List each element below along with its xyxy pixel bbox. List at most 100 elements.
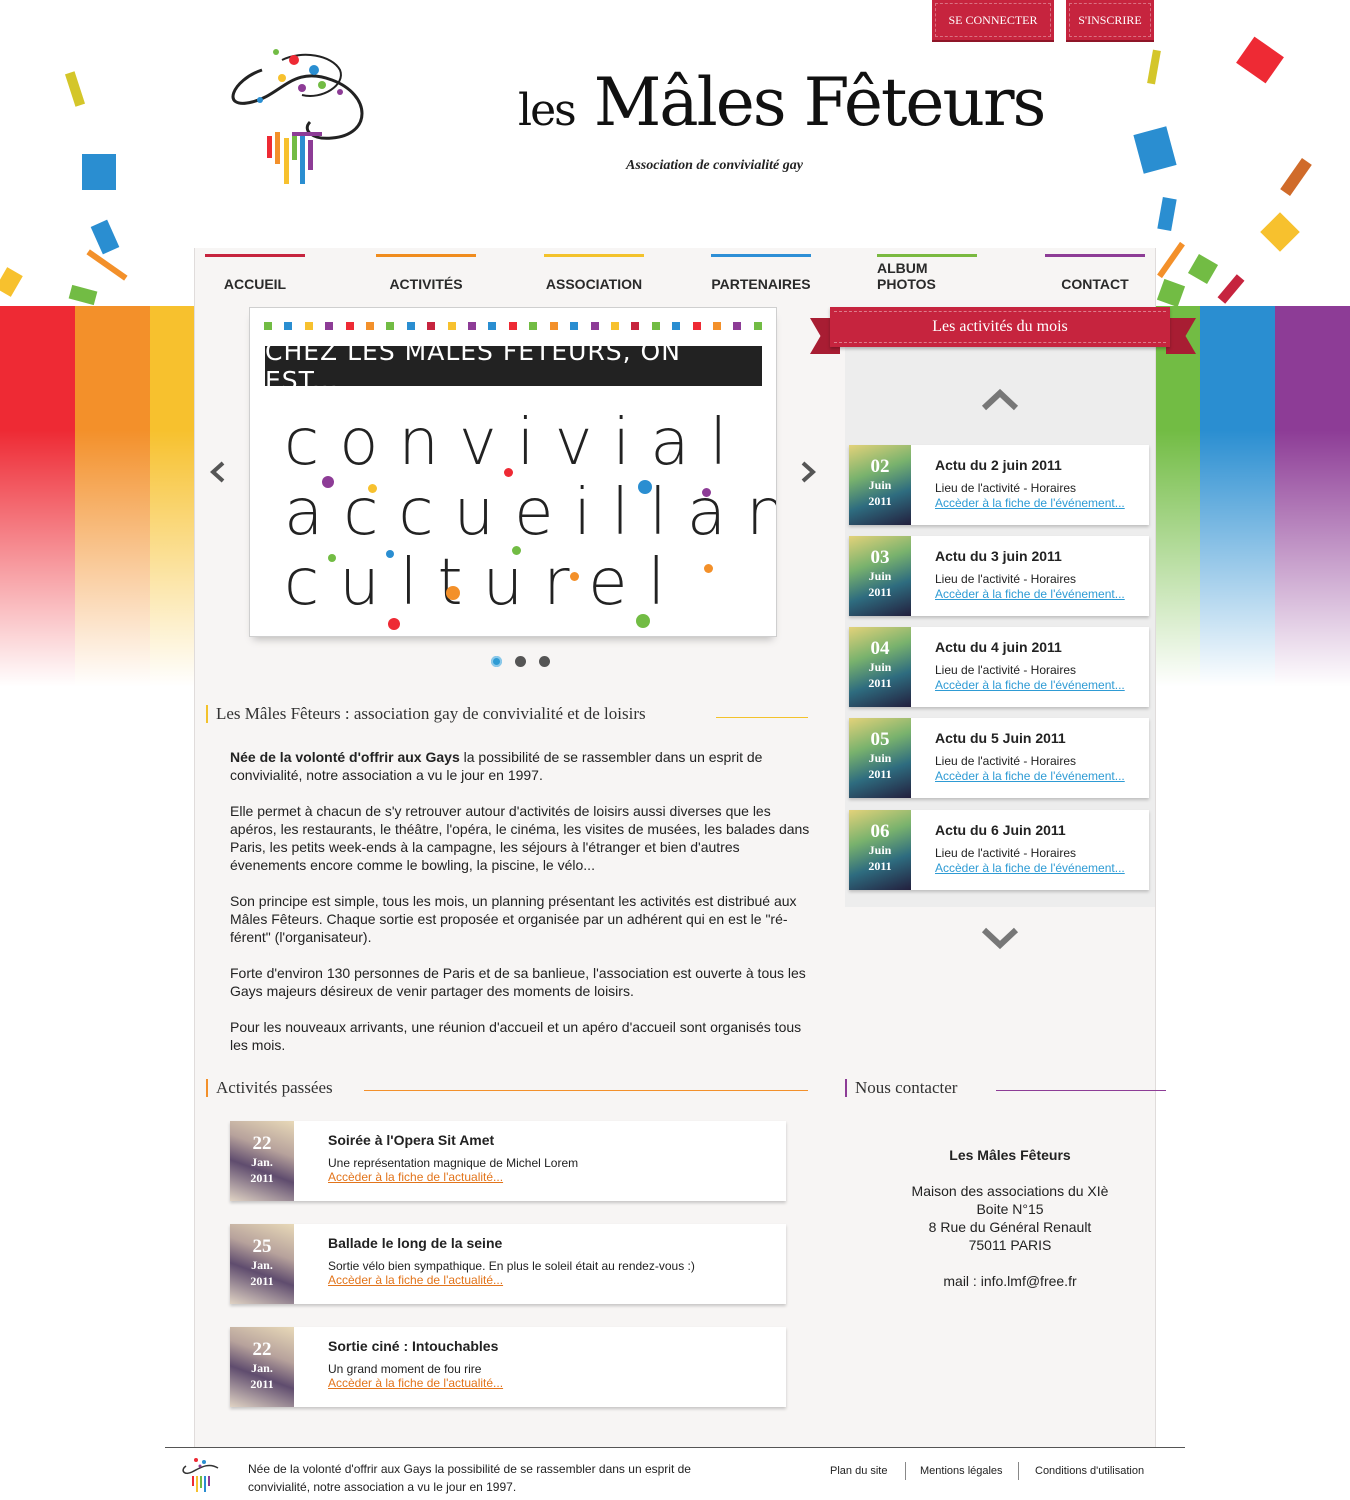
past-activity-subtitle: Sortie vélo bien sympathique. En plus le… [328, 1259, 695, 1273]
nav-album-photos[interactable]: ALBUM PHOTOS [877, 254, 977, 294]
event-title: Actu du 4 juin 2011 [935, 639, 1062, 655]
nav-activites[interactable]: ACTIVITÉS [376, 254, 476, 294]
confetti [1280, 157, 1312, 197]
slide-word-1: convivial [284, 406, 748, 480]
slide-dot [651, 322, 660, 330]
slide-dot [712, 322, 721, 330]
month-activities-title: Les activités du mois [830, 307, 1170, 347]
confetti [0, 267, 23, 297]
past-activity-link[interactable]: Accèder à la fiche de l'actualité... [328, 1376, 503, 1390]
confetti [1156, 278, 1186, 308]
footer-link-mentions-legales[interactable]: Mentions légales [920, 1465, 1003, 1477]
decor-dot [446, 586, 460, 600]
slide-dot [570, 322, 579, 330]
slide-dot [325, 322, 334, 330]
footer-text: Née de la volonté d'offrir aux Gays la p… [248, 1462, 691, 1494]
hero-slide[interactable]: CHEZ LES MÂLES FÊTEURS, ON EST... conviv… [249, 307, 777, 637]
footer-link-conditions[interactable]: Conditions d'utilisation [1035, 1465, 1144, 1477]
brand-name: les Mâles Fêteurs [518, 64, 1046, 141]
scroll-down-icon[interactable] [980, 926, 1020, 952]
nav-contact[interactable]: CONTACT [1045, 254, 1145, 294]
intro-title-line [716, 717, 808, 718]
signup-button[interactable]: S'INSCRIRE [1066, 0, 1154, 42]
past-activity-card[interactable]: 22 Jan. 2011 Soirée à l'Opera Sit Amet Une… [230, 1121, 786, 1201]
intro-paragraph-2: Elle permet à chacun de s'y retrouver au… [230, 803, 810, 873]
event-subtitle: Lieu de l'activité - Horaires [935, 663, 1077, 677]
decor-dot [704, 564, 713, 573]
confetti [1157, 197, 1177, 231]
slide-pager-2[interactable] [515, 656, 526, 667]
slide-dot [488, 322, 497, 330]
slide-dot [733, 322, 742, 330]
event-card[interactable]: 02 Juin 2011 Actu du 2 juin 2011 Lieu de l… [849, 445, 1149, 525]
event-card[interactable]: 06 Juin 2011 Actu du 6 Juin 2011 Lieu de l… [849, 810, 1149, 890]
intro-text: Née de la volonté d'offrir aux Gays la p… [230, 748, 810, 1072]
login-button[interactable]: SE CONNECTER [932, 0, 1054, 42]
decor-dot [386, 550, 394, 558]
event-link[interactable]: Accèder à la fiche de l'événement... [935, 861, 1125, 875]
decor-dot [388, 618, 400, 630]
past-activity-subtitle: Un grand moment de fou rire [328, 1362, 482, 1376]
past-activity-title: Ballade le long de la seine [328, 1235, 503, 1251]
event-card[interactable]: 04 Juin 2011 Actu du 4 juin 2011 Lieu de l… [849, 627, 1149, 707]
past-activity-card[interactable]: 22 Jan. 2011 Sortie ciné : Intouchables Un… [230, 1327, 786, 1407]
past-title-line [364, 1090, 808, 1091]
decor-dot [512, 546, 521, 555]
event-link[interactable]: Accèder à la fiche de l'événement... [935, 769, 1125, 783]
event-date: 02 Juin 2011 [849, 445, 911, 525]
decor-dot [368, 484, 377, 493]
event-card[interactable]: 05 Juin 2011 Actu du 5 Juin 2011 Lieu de l… [849, 718, 1149, 798]
past-activity-link[interactable]: Accèder à la fiche de l'actualité... [328, 1170, 503, 1184]
event-title: Actu du 5 Juin 2011 [935, 730, 1066, 746]
footer-logo-mark[interactable] [178, 1452, 224, 1494]
site-logo-mark[interactable] [222, 40, 374, 190]
contact-line: 8 Rue du Général Renault [928, 1219, 1092, 1235]
past-activity-link[interactable]: Accèder à la fiche de l'actualité... [328, 1273, 503, 1287]
slide-dot [549, 322, 558, 330]
slide-headline: CHEZ LES MÂLES FÊTEURS, ON EST... [265, 337, 762, 395]
slide-dot-row [264, 322, 762, 330]
confetti [1217, 274, 1245, 304]
decor-dot [570, 572, 579, 581]
slide-pager-1[interactable] [491, 656, 502, 667]
past-activity-title: Sortie ciné : Intouchables [328, 1338, 499, 1354]
event-link[interactable]: Accèder à la fiche de l'événement... [935, 496, 1125, 510]
event-link[interactable]: Accèder à la fiche de l'événement... [935, 587, 1125, 601]
contact-title: Nous contacter [845, 1078, 957, 1098]
chevron-right-icon[interactable] [798, 460, 818, 484]
nav-partenaires[interactable]: PARTENAIRES [711, 254, 811, 294]
past-activity-card[interactable]: 25 Jan. 2011 Ballade le long de la seine S… [230, 1224, 786, 1304]
slide-dot [447, 322, 456, 330]
event-card[interactable]: 03 Juin 2011 Actu du 3 juin 2011 Lieu de l… [849, 536, 1149, 616]
scroll-up-icon[interactable] [980, 386, 1020, 412]
intro-paragraph-5: Pour les nouveaux arrivants, une réunion… [230, 1019, 802, 1053]
confetti [1260, 212, 1300, 252]
footer-separator [905, 1462, 906, 1480]
slide-dot [366, 322, 375, 330]
slide-dot [692, 322, 701, 330]
nav-accueil[interactable]: ACCUEIL [205, 254, 305, 294]
footer-link-plan-du-site[interactable]: Plan du site [830, 1465, 887, 1477]
slide-dot [631, 322, 640, 330]
slide-dot [345, 322, 354, 330]
chevron-left-icon[interactable] [208, 460, 228, 484]
slide-pager-3[interactable] [539, 656, 550, 667]
nav-association[interactable]: ASSOCIATION [544, 254, 644, 294]
event-date: 05 Juin 2011 [849, 718, 911, 798]
event-date: 06 Juin 2011 [849, 810, 911, 890]
slide-dot [264, 322, 272, 330]
decor-dot [636, 614, 650, 628]
contact-mail[interactable]: mail : info.lmf@free.fr [860, 1272, 1160, 1290]
site-brand[interactable]: les Mâles Fêteurs Association de convivi… [518, 64, 1046, 184]
intro-paragraph-3: Son principe est simple, tous les mois, … [230, 893, 797, 945]
event-link[interactable]: Accèder à la fiche de l'événement... [935, 678, 1125, 692]
main-nav: ACCUEIL ACTIVITÉS ASSOCIATION PARTENAIRE… [195, 248, 1157, 306]
contact-name: Les Mâles Fêteurs [949, 1147, 1071, 1163]
event-subtitle: Lieu de l'activité - Horaires [935, 481, 1077, 495]
event-date: 03 Juin 2011 [849, 536, 911, 616]
slide-dot [672, 322, 681, 330]
confetti [1133, 126, 1177, 174]
confetti [1147, 49, 1161, 85]
decor-dot [328, 554, 336, 562]
decor-dot [322, 476, 334, 488]
